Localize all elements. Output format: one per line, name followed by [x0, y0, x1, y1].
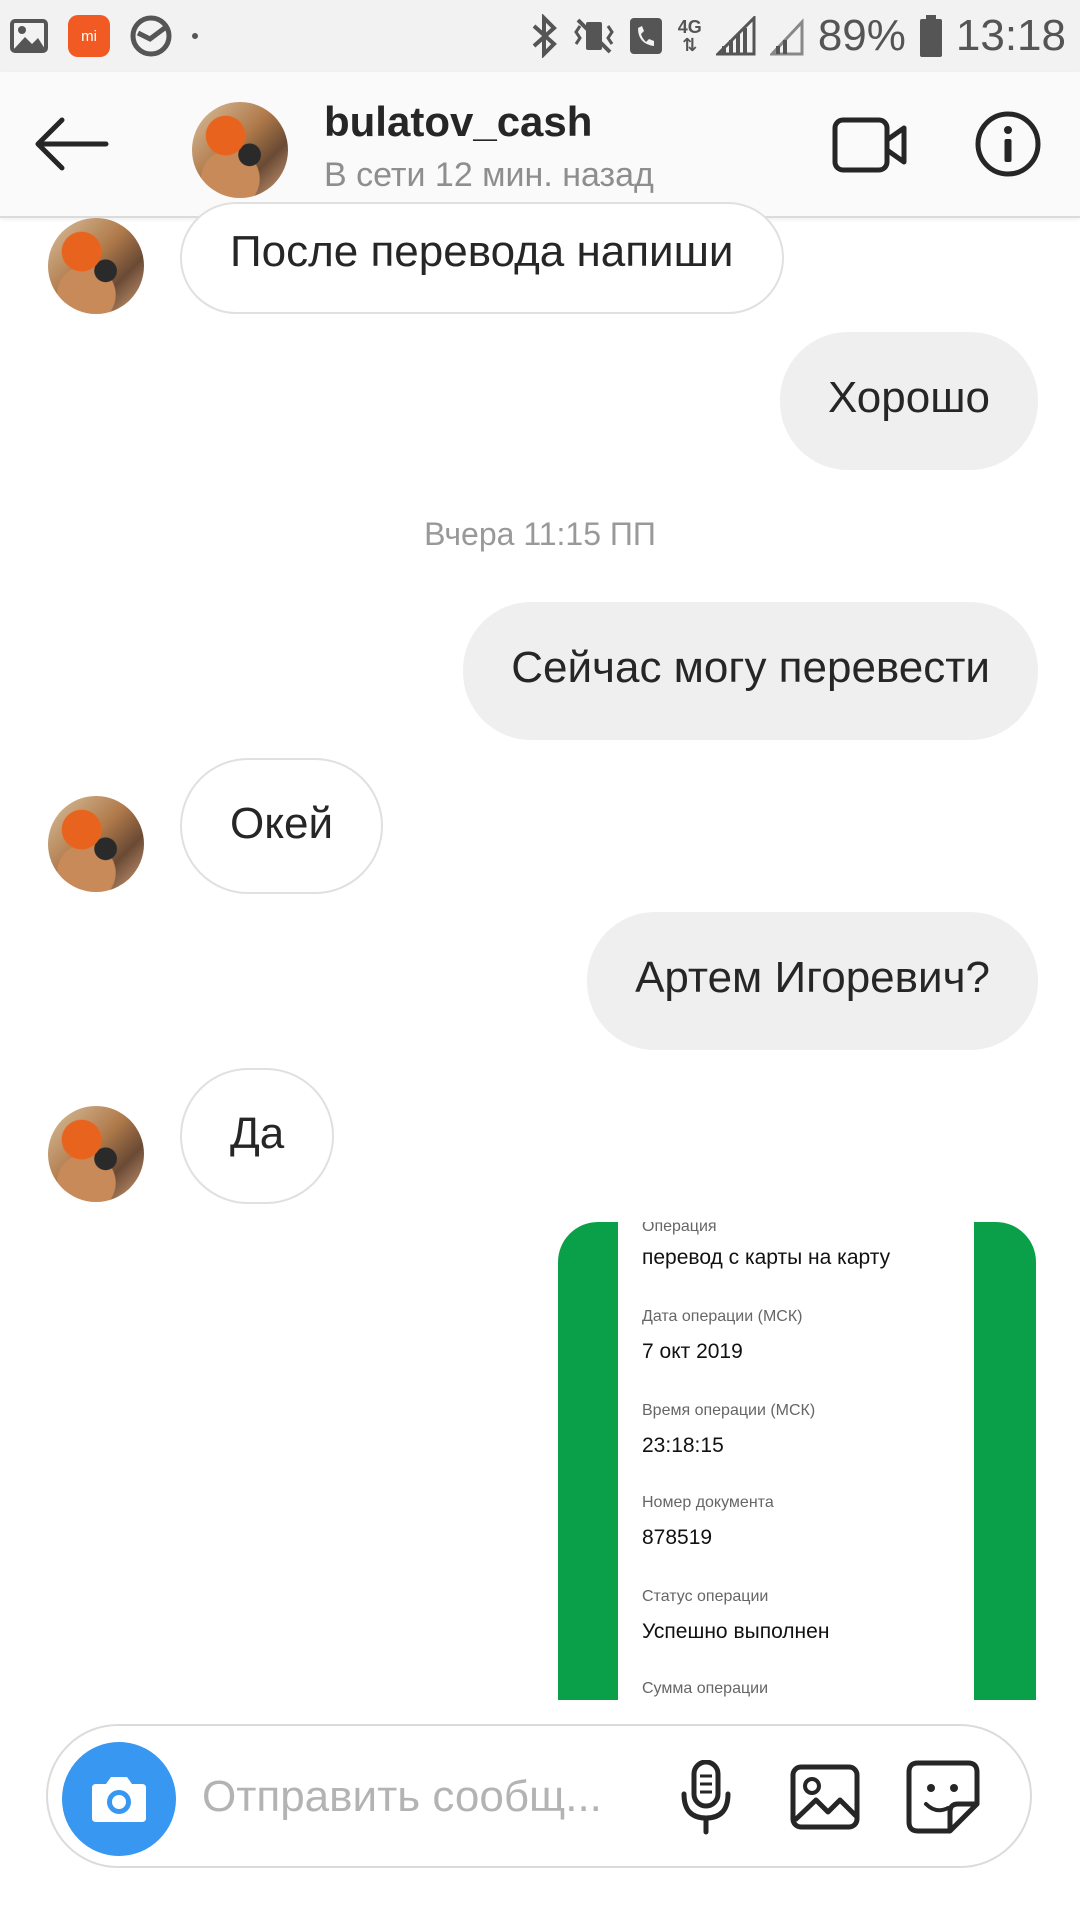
gallery-icon — [10, 19, 48, 53]
message-input[interactable]: Отправить сообщ... — [202, 1772, 602, 1822]
message-text: Да — [230, 1109, 285, 1158]
message-outgoing[interactable]: Сейчас могу перевести — [463, 602, 1038, 740]
message-outgoing[interactable]: Артем Игоревич? — [587, 912, 1038, 1050]
network-type: 4G ⇅ — [677, 17, 702, 55]
sender-avatar[interactable] — [48, 796, 144, 892]
chat-header: bulatov_cash В сети 12 мин. назад — [0, 72, 1080, 218]
info-icon[interactable] — [974, 110, 1042, 178]
message-incoming[interactable]: Да — [180, 1068, 335, 1204]
gallery-icon[interactable] — [790, 1764, 860, 1830]
receipt-content: Операция перевод с карты на карту Дата о… — [618, 1222, 974, 1700]
receipt-status: Успешно выполнен — [642, 1620, 830, 1643]
receipt-doc-label: Номер документа — [642, 1494, 774, 1511]
status-bar: mi 4G ⇅ 89% 13:18 — [0, 0, 1080, 72]
battery-percent: 89% — [817, 11, 906, 60]
vibrate-icon — [573, 18, 614, 54]
receipt-sum-label: Сумма операции — [642, 1680, 769, 1697]
bluetooth-icon — [532, 14, 557, 58]
receipt-cut-label: Операция — [642, 1222, 717, 1235]
sberbank-icon — [130, 15, 172, 57]
header-avatar[interactable] — [192, 102, 288, 198]
clock: 13:18 — [955, 11, 1066, 60]
sender-avatar[interactable] — [48, 218, 144, 314]
camera-icon — [92, 1777, 146, 1822]
phone-icon — [629, 18, 662, 54]
message-text: После перевода напиши — [230, 227, 734, 276]
sender-avatar[interactable] — [48, 1106, 144, 1202]
receipt-operation: перевод с карты на карту — [642, 1246, 891, 1269]
receipt-doc: 878519 — [642, 1526, 713, 1549]
battery-icon — [919, 15, 942, 57]
message-text: Сейчас могу перевести — [511, 643, 990, 692]
microphone-icon[interactable] — [676, 1760, 736, 1836]
video-call-icon[interactable] — [832, 114, 908, 176]
message-timestamp: Вчера 11:15 ПП — [424, 516, 656, 552]
message-text: Окей — [230, 799, 334, 848]
signal-icon — [715, 16, 756, 56]
status-left-icons: mi — [10, 12, 198, 60]
mi-icon: mi — [68, 15, 110, 57]
message-text: Артем Игоревич? — [635, 953, 990, 1002]
receipt-date: 7 окт 2019 — [642, 1340, 743, 1363]
receipt-date-label: Дата операции (МСК) — [642, 1308, 803, 1325]
message-incoming[interactable]: Окей — [180, 758, 384, 894]
chat-username[interactable]: bulatov_cash — [324, 98, 592, 146]
receipt-time-label: Время операции (МСК) — [642, 1402, 816, 1419]
status-right-icons: 4G ⇅ 89% 13:18 — [530, 8, 1066, 64]
camera-button[interactable] — [62, 1742, 176, 1856]
back-arrow-icon[interactable] — [32, 116, 110, 172]
receipt-status-label: Статус операции — [642, 1588, 769, 1605]
receipt-image-message[interactable]: Операция перевод с карты на карту Дата о… — [558, 1222, 1036, 1700]
signal-weak-icon — [769, 18, 804, 56]
sticker-icon[interactable] — [906, 1760, 980, 1834]
dot-icon — [192, 33, 198, 39]
message-text: Хорошо — [827, 373, 990, 422]
online-status: В сети 12 мин. назад — [324, 156, 654, 194]
message-incoming[interactable]: После перевода напиши — [180, 202, 784, 314]
receipt-time: 23:18:15 — [642, 1434, 724, 1457]
message-outgoing[interactable]: Хорошо — [779, 332, 1038, 470]
